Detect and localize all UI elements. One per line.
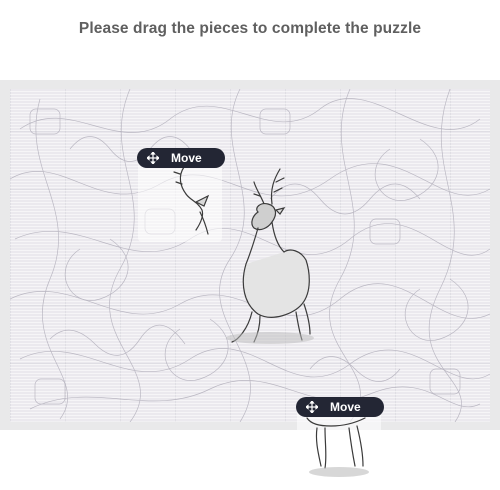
move-label: Move <box>330 400 361 414</box>
deer-legs-piece-image <box>306 417 369 477</box>
puzzle-instruction: Please drag the pieces to complete the p… <box>78 20 422 37</box>
puzzle-canvas <box>10 89 490 422</box>
move-label: Move <box>171 151 202 165</box>
move-handle-piece-2[interactable]: Move <box>296 397 384 417</box>
move-icon <box>306 401 318 413</box>
puzzle-piece[interactable] <box>138 162 222 242</box>
deer-illustration <box>226 168 314 344</box>
move-icon <box>147 152 159 164</box>
deer-head-piece-image <box>173 166 210 235</box>
puzzle-piece[interactable] <box>297 410 381 490</box>
puzzle-board: Move Move <box>0 80 500 490</box>
move-handle-piece-1[interactable]: Move <box>137 148 225 168</box>
